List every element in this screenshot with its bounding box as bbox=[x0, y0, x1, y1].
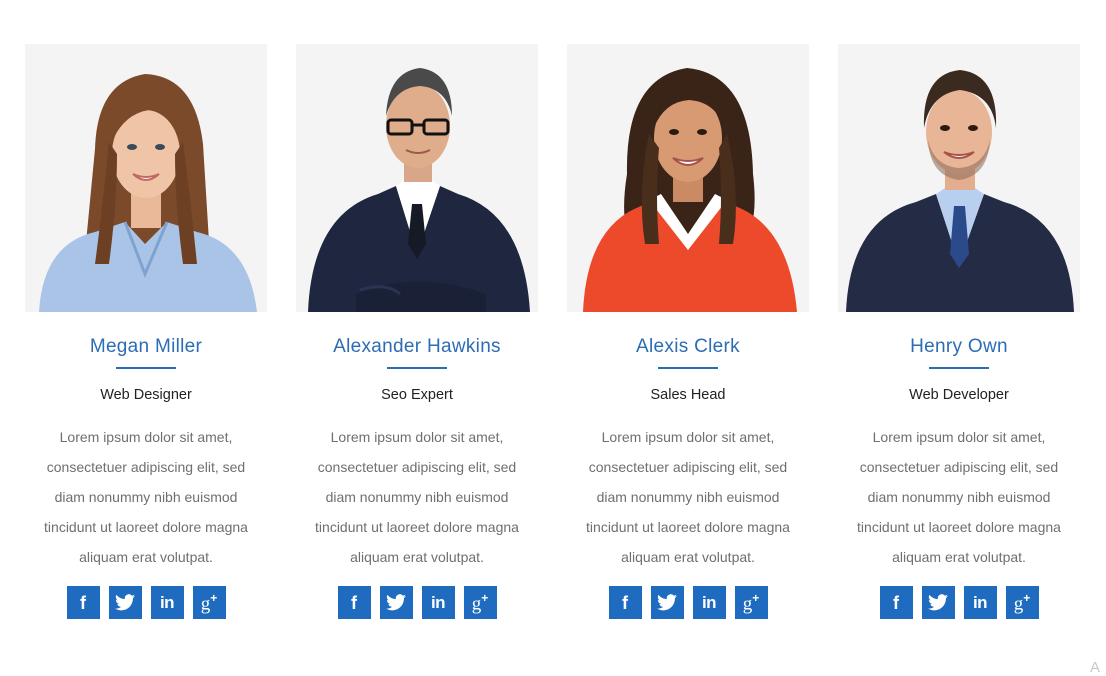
facebook-icon: f bbox=[622, 592, 628, 613]
member-photo bbox=[296, 44, 538, 312]
facebook-icon: f bbox=[893, 592, 899, 613]
member-name: Alexis Clerk bbox=[636, 336, 740, 357]
bio-line: consectetuer adipiscing elit, sed bbox=[588, 459, 788, 475]
linkedin-icon: in bbox=[430, 593, 446, 612]
googleplus-icon: g+ bbox=[742, 590, 760, 615]
twitter-button[interactable] bbox=[379, 586, 413, 619]
linkedin-button[interactable]: in bbox=[963, 586, 997, 619]
bio-line: aliquam erat volutpat. bbox=[621, 549, 755, 565]
member-role: Seo Expert bbox=[381, 387, 453, 403]
name-divider bbox=[658, 367, 718, 369]
googleplus-button[interactable]: g+ bbox=[463, 586, 497, 619]
portrait-man-glasses-suit bbox=[296, 44, 538, 312]
portrait-woman-blue-shirt bbox=[25, 44, 267, 312]
bio-line: aliquam erat volutpat. bbox=[892, 549, 1026, 565]
team-card-alexander-hawkins: Alexander Hawkins Seo Expert Lorem ipsum… bbox=[296, 44, 538, 619]
member-role: Web Developer bbox=[909, 387, 1009, 403]
facebook-icon: f bbox=[351, 592, 357, 613]
googleplus-button[interactable]: g+ bbox=[192, 586, 226, 619]
twitter-icon bbox=[928, 594, 948, 611]
portrait-man-navy-suit bbox=[838, 44, 1080, 312]
bio-line: tincidunt ut laoreet dolore magna bbox=[586, 519, 790, 535]
bio-line: Lorem ipsum dolor sit amet, bbox=[330, 429, 504, 445]
bio-line: Lorem ipsum dolor sit amet, bbox=[59, 429, 233, 445]
member-name: Megan Miller bbox=[89, 336, 203, 357]
bio-line: Lorem ipsum dolor sit amet, bbox=[601, 429, 775, 445]
bio-line: diam nonummy nibh euismod bbox=[54, 489, 238, 505]
social-links: f in g+ bbox=[838, 586, 1080, 619]
linkedin-icon: in bbox=[159, 593, 175, 612]
member-photo bbox=[838, 44, 1080, 312]
facebook-button[interactable]: f bbox=[337, 586, 371, 619]
social-links: f in g+ bbox=[567, 586, 809, 619]
facebook-icon: f bbox=[80, 592, 86, 613]
twitter-icon bbox=[386, 594, 406, 611]
member-bio: Lorem ipsum dolor sit amet, consectetuer… bbox=[302, 422, 532, 572]
team-card-alexis-clerk: Alexis Clerk Sales Head Lorem ipsum dolo… bbox=[567, 44, 809, 619]
social-links: f in g+ bbox=[25, 586, 267, 619]
googleplus-icon: g+ bbox=[471, 590, 489, 615]
bio-line: diam nonummy nibh euismod bbox=[867, 489, 1051, 505]
member-name: Henry Own bbox=[910, 336, 1008, 357]
facebook-button[interactable]: f bbox=[608, 586, 642, 619]
bio-line: aliquam erat volutpat. bbox=[79, 549, 213, 565]
facebook-button[interactable]: f bbox=[879, 586, 913, 619]
linkedin-icon: in bbox=[972, 593, 988, 612]
bio-line: tincidunt ut laoreet dolore magna bbox=[44, 519, 248, 535]
facebook-button[interactable]: f bbox=[66, 586, 100, 619]
bio-line: Lorem ipsum dolor sit amet, bbox=[872, 429, 1046, 445]
portrait-woman-red-sweater bbox=[567, 44, 809, 312]
twitter-icon bbox=[657, 594, 677, 611]
bio-line: aliquam erat volutpat. bbox=[350, 549, 484, 565]
googleplus-icon: g+ bbox=[1013, 590, 1031, 615]
bio-line: diam nonummy nibh euismod bbox=[325, 489, 509, 505]
team-card-henry-own: Henry Own Web Developer Lorem ipsum dolo… bbox=[838, 44, 1080, 619]
bio-line: tincidunt ut laoreet dolore magna bbox=[315, 519, 519, 535]
name-divider bbox=[929, 367, 989, 369]
social-links: f in g+ bbox=[296, 586, 538, 619]
bio-line: diam nonummy nibh euismod bbox=[596, 489, 780, 505]
member-role: Web Designer bbox=[100, 387, 192, 403]
member-role: Sales Head bbox=[650, 387, 726, 403]
linkedin-icon: in bbox=[701, 593, 717, 612]
bio-line: consectetuer adipiscing elit, sed bbox=[859, 459, 1059, 475]
linkedin-button[interactable]: in bbox=[421, 586, 455, 619]
twitter-button[interactable] bbox=[108, 586, 142, 619]
bio-line: consectetuer adipiscing elit, sed bbox=[317, 459, 517, 475]
googleplus-icon: g+ bbox=[200, 590, 218, 615]
twitter-icon bbox=[115, 594, 135, 611]
bio-line: tincidunt ut laoreet dolore magna bbox=[857, 519, 1061, 535]
bio-line: consectetuer adipiscing elit, sed bbox=[46, 459, 246, 475]
member-bio: Lorem ipsum dolor sit amet, consectetuer… bbox=[573, 422, 803, 572]
name-divider bbox=[116, 367, 176, 369]
twitter-button[interactable] bbox=[921, 586, 955, 619]
googleplus-button[interactable]: g+ bbox=[1005, 586, 1039, 619]
linkedin-button[interactable]: in bbox=[150, 586, 184, 619]
team-card-megan-miller: Megan Miller Web Designer Lorem ipsum do… bbox=[25, 44, 267, 619]
member-bio: Lorem ipsum dolor sit amet, consectetuer… bbox=[844, 422, 1074, 572]
googleplus-button[interactable]: g+ bbox=[734, 586, 768, 619]
member-photo bbox=[567, 44, 809, 312]
linkedin-button[interactable]: in bbox=[692, 586, 726, 619]
member-name: Alexander Hawkins bbox=[333, 336, 501, 357]
member-photo bbox=[25, 44, 267, 312]
corner-mark: A bbox=[1089, 659, 1100, 676]
name-divider bbox=[387, 367, 447, 369]
twitter-button[interactable] bbox=[650, 586, 684, 619]
member-bio: Lorem ipsum dolor sit amet, consectetuer… bbox=[31, 422, 261, 572]
